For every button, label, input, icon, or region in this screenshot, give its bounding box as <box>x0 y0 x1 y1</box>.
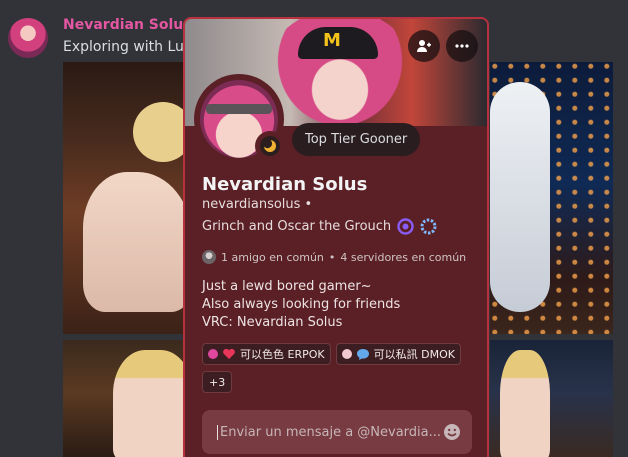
mutuals-separator: • <box>328 250 336 264</box>
add-friend-button[interactable] <box>408 30 440 62</box>
direct-message-input[interactable] <box>217 424 442 440</box>
profile-display-name: Nevardian Solus <box>202 174 368 195</box>
profile-pronouns: Grinch and Oscar the Grouch <box>202 219 392 234</box>
profile-bio: Just a lewd bored gamer~ Also always loo… <box>202 278 400 332</box>
attachment-image-1[interactable] <box>63 62 186 334</box>
username-separator: • <box>304 197 313 212</box>
custom-status-bubble: Top Tier Gooner <box>292 123 421 156</box>
mutual-servers[interactable]: 4 servidores en común <box>340 251 466 264</box>
status-indicator <box>255 131 285 161</box>
mutual-friends[interactable]: 1 amigo en común <box>221 251 324 264</box>
role-label: 可以色色 ERPOK <box>240 348 325 361</box>
profile-popout: M Top Tier Gooner Nevardian Solus nevard… <box>183 17 489 457</box>
role-color-dot <box>341 349 352 359</box>
bio-line: Just a lewd bored gamer~ <box>202 279 372 294</box>
add-friend-icon <box>417 40 431 52</box>
profile-pronouns-row: Grinch and Oscar the Grouch <box>202 218 437 235</box>
banner-logo: M <box>323 30 341 51</box>
mutual-friend-avatar <box>202 250 216 264</box>
more-options-button[interactable] <box>446 30 478 62</box>
attachment-image-4[interactable] <box>490 340 613 457</box>
heart-emoji-icon <box>223 348 235 359</box>
swirl-badge-icon <box>397 218 414 235</box>
speech-bubble-icon <box>356 348 369 360</box>
role-color-dot <box>208 349 218 359</box>
attachment-image-3[interactable] <box>63 340 186 457</box>
gear-badge-icon <box>420 218 437 235</box>
bio-line: VRC: Nevardian Solus <box>202 315 343 330</box>
bio-line: Also always looking for friends <box>202 297 401 312</box>
role-label: 可以私訊 DMOK <box>373 348 455 361</box>
more-dots-icon <box>455 44 469 48</box>
message-author-avatar[interactable] <box>8 18 48 58</box>
mutuals-row[interactable]: 1 amigo en común • 4 servidores en común <box>202 250 466 264</box>
role-erpok[interactable]: 可以色色 ERPOK <box>202 343 331 365</box>
role-list: 可以色色 ERPOK 可以私訊 DMOK +3 <box>202 343 482 393</box>
roles-more-button[interactable]: +3 <box>202 371 233 393</box>
direct-message-box[interactable] <box>202 410 472 454</box>
smiley-icon <box>444 424 460 440</box>
message-author-name[interactable]: Nevardian Solus <box>63 17 192 33</box>
idle-moon-icon <box>263 139 276 152</box>
profile-username: nevardiansolus <box>202 197 301 212</box>
message-text: Exploring with Lu <box>63 39 184 55</box>
emoji-picker-button[interactable] <box>442 422 462 442</box>
role-dmok[interactable]: 可以私訊 DMOK <box>335 343 461 365</box>
profile-username-row[interactable]: nevardiansolus • <box>202 197 312 212</box>
attachment-image-2[interactable] <box>490 62 613 334</box>
